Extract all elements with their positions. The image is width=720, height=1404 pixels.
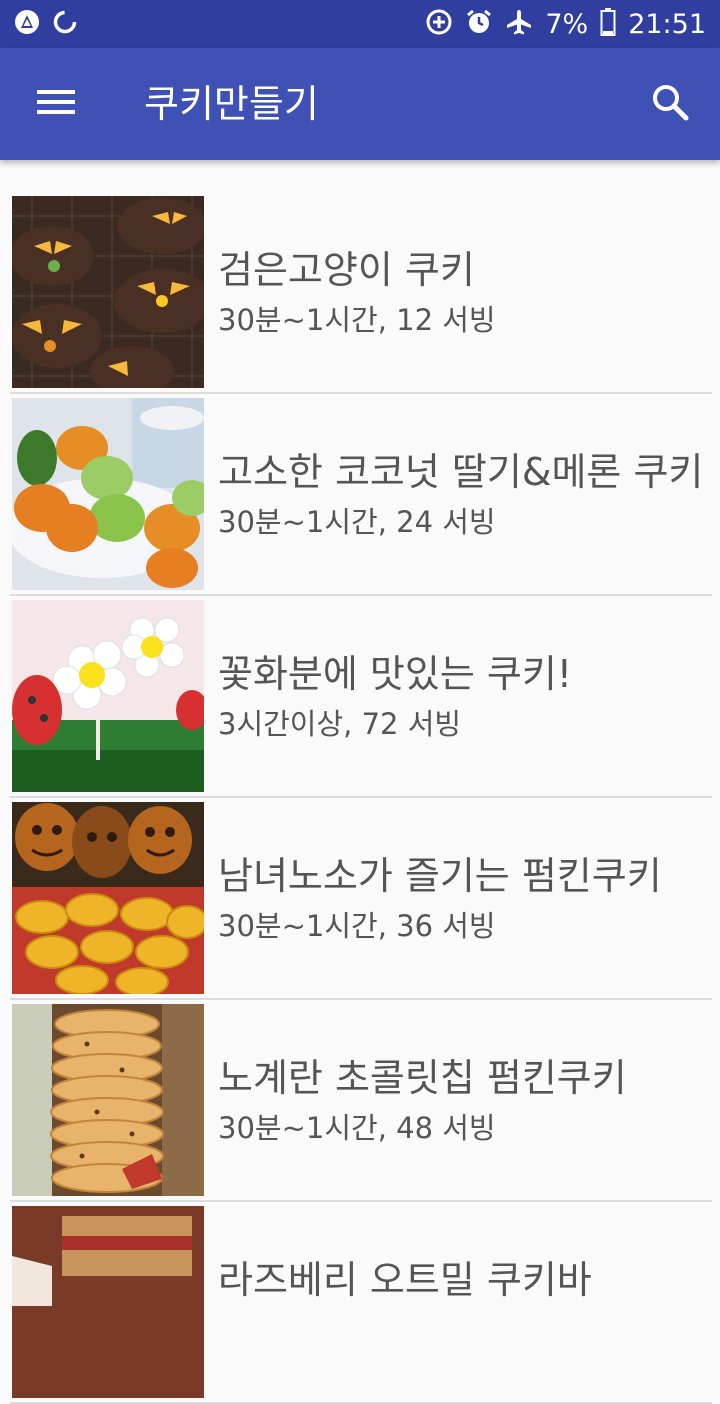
recipe-thumbnail	[12, 398, 204, 590]
recipe-item[interactable]: 검은고양이 쿠키 30분~1시간, 12 서빙	[10, 194, 712, 394]
recipe-thumbnail	[12, 1004, 204, 1196]
recipe-title: 검은고양이 쿠키	[218, 248, 475, 292]
data-saver-icon	[425, 8, 453, 40]
status-right: 7% 21:51	[425, 8, 706, 40]
navigation-app-icon	[14, 9, 40, 39]
page-title: 쿠키만들기	[144, 82, 319, 126]
recipe-subtitle: 3시간이상, 72 서빙	[218, 707, 462, 741]
search-icon	[651, 83, 689, 125]
recipe-title: 남녀노소가 즐기는 펌킨쿠키	[218, 854, 662, 898]
recipe-title: 라즈베리 오트밀 쿠키바	[218, 1258, 592, 1302]
sync-icon	[52, 9, 78, 39]
menu-icon	[36, 87, 76, 121]
recipe-title: 꽃화분에 맛있는 쿠키!	[218, 652, 573, 696]
recipe-item[interactable]: 꽃화분에 맛있는 쿠키! 3시간이상, 72 서빙	[10, 598, 712, 798]
app-bar: 쿠키만들기	[0, 48, 720, 160]
recipe-subtitle: 30분~1시간, 12 서빙	[218, 303, 496, 337]
recipe-title: 노계란 초콜릿칩 펌킨쿠키	[218, 1056, 627, 1100]
status-bar: 7% 21:51	[0, 0, 720, 48]
recipe-text: 남녀노소가 즐기는 펌킨쿠키 30분~1시간, 36 서빙	[218, 850, 712, 948]
recipe-subtitle: 30분~1시간, 36 서빙	[218, 909, 496, 943]
recipe-item[interactable]: 라즈베리 오트밀 쿠키바	[10, 1204, 712, 1404]
recipe-text: 라즈베리 오트밀 쿠키바	[218, 1254, 712, 1308]
recipe-thumbnail	[12, 196, 204, 388]
alarm-icon	[465, 8, 493, 40]
clock: 21:51	[628, 8, 706, 40]
recipe-thumbnail	[12, 802, 204, 994]
recipe-text: 고소한 코코넛 딸기&메론 쿠키 30분~1시간, 24 서빙	[218, 446, 712, 544]
battery-percent: 7%	[545, 8, 589, 40]
recipe-subtitle: 30분~1시간, 24 서빙	[218, 505, 496, 539]
recipe-subtitle: 30분~1시간, 48 서빙	[218, 1111, 496, 1145]
airplane-mode-icon	[505, 8, 533, 40]
recipe-title: 고소한 코코넛 딸기&메론 쿠키	[218, 450, 704, 494]
recipe-thumbnail	[12, 600, 204, 792]
search-button[interactable]	[640, 78, 700, 130]
recipe-text: 꽃화분에 맛있는 쿠키! 3시간이상, 72 서빙	[218, 648, 712, 746]
battery-icon	[600, 8, 616, 40]
menu-button[interactable]	[26, 78, 86, 130]
recipe-item[interactable]: 노계란 초콜릿칩 펌킨쿠키 30분~1시간, 48 서빙	[10, 1002, 712, 1202]
recipe-text: 노계란 초콜릿칩 펌킨쿠키 30분~1시간, 48 서빙	[218, 1052, 712, 1150]
status-left	[14, 9, 78, 39]
recipe-text: 검은고양이 쿠키 30분~1시간, 12 서빙	[218, 244, 712, 342]
recipe-item[interactable]: 남녀노소가 즐기는 펌킨쿠키 30분~1시간, 36 서빙	[10, 800, 712, 1000]
recipe-thumbnail	[12, 1206, 204, 1398]
recipe-item[interactable]: 고소한 코코넛 딸기&메론 쿠키 30분~1시간, 24 서빙	[10, 396, 712, 596]
